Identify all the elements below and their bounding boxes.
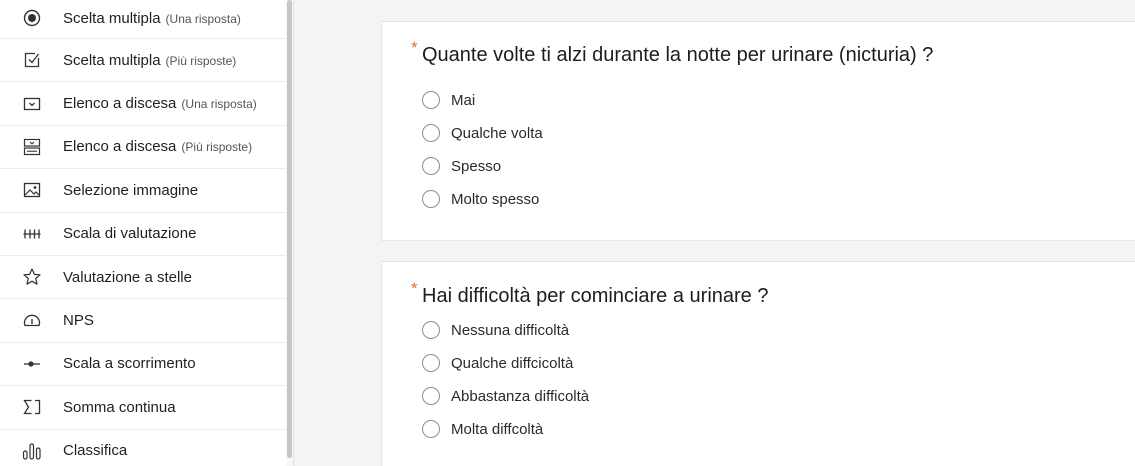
sidebar-item-label: Scelta multipla (Una risposta) (63, 9, 241, 27)
radio-button[interactable] (422, 321, 440, 339)
rating-scale-icon (22, 224, 42, 244)
sidebar-item-label: Classifica (63, 442, 128, 460)
sum-icon (22, 397, 42, 417)
option-label: Abbastanza difficoltà (451, 387, 590, 405)
question-text: Quante volte ti alzi durante la notte pe… (422, 44, 934, 66)
sidebar-item-ranking[interactable]: Classifica (0, 430, 287, 466)
dropdown-icon (22, 94, 42, 114)
option-label: Nessuna difficoltà (451, 321, 570, 339)
sidebar-item-label: Scala di valutazione (63, 225, 197, 243)
sidebar-item-multiple-choice-multi[interactable]: Scelta multipla (Più risposte) (0, 39, 287, 83)
sidebar-item-multiple-choice-single[interactable]: Scelta multipla (Una risposta) (0, 0, 287, 39)
option-label: Qualche volta (451, 124, 543, 142)
sidebar-item-dropdown-single[interactable]: Elenco a discesa (Una risposta) (0, 82, 287, 126)
survey-builder: Scelta multipla (Una risposta) Scelta mul… (0, 0, 1135, 466)
sidebar-item-dropdown-multi[interactable]: Elenco a discesa (Più risposte) (0, 126, 287, 170)
sidebar-item-label: NPS (63, 312, 94, 330)
question-title: * Hai difficoltà per cominciare a urinar… (411, 279, 769, 308)
radio-button[interactable] (422, 157, 440, 175)
radio-button-icon (22, 8, 42, 28)
radio-button[interactable] (422, 124, 440, 142)
ranking-icon (22, 441, 42, 461)
sidebar-scrollbar-thumb[interactable] (287, 0, 292, 458)
sidebar-item-nps[interactable]: NPS (0, 299, 287, 343)
survey-canvas: * Quante volte ti alzi durante la notte … (295, 0, 1135, 466)
answer-option[interactable]: Nessuna difficoltà (422, 319, 569, 341)
option-label: Spesso (451, 157, 502, 175)
option-label: Molta diffcoltà (451, 420, 544, 438)
sidebar-item-label: Elenco a discesa (Una risposta) (63, 95, 257, 113)
option-label: Qualche diffcicoltà (451, 354, 574, 372)
question-type-sidebar: Scelta multipla (Una risposta) Scelta mul… (0, 0, 294, 466)
radio-button[interactable] (422, 354, 440, 372)
answer-option[interactable]: Mai (422, 89, 475, 111)
radio-button[interactable] (422, 387, 440, 405)
required-marker: * (411, 279, 418, 298)
sidebar-item-label: Scala a scorrimento (63, 355, 196, 373)
checkbox-icon (22, 50, 42, 70)
answer-option[interactable]: Abbastanza difficoltà (422, 385, 589, 407)
option-label: Mai (451, 91, 476, 109)
question-text: Hai difficoltà per cominciare a urinare … (422, 285, 769, 307)
sidebar-item-label: Selezione immagine (63, 181, 199, 199)
answer-option[interactable]: Molta diffcoltà (422, 418, 543, 440)
answer-option[interactable]: Molto spesso (422, 188, 539, 210)
option-label: Molto spesso (451, 190, 540, 208)
sidebar-item-star-rating[interactable]: Valutazione a stelle (0, 256, 287, 300)
sidebar-item-label: Somma continua (63, 398, 176, 416)
multi-dropdown-icon (22, 137, 42, 157)
gauge-icon (22, 311, 42, 331)
star-icon (22, 267, 42, 287)
radio-button[interactable] (422, 190, 440, 208)
sidebar-item-image-selection[interactable]: Selezione immagine (0, 169, 287, 213)
answer-option[interactable]: Qualche diffcicoltà (422, 352, 573, 374)
question-title: * Quante volte ti alzi durante la notte … (411, 38, 934, 67)
required-marker: * (411, 38, 418, 57)
sidebar-item-label: Scelta multipla (Più risposte) (63, 51, 237, 69)
question-type-list: Scelta multipla (Una risposta) Scelta mul… (0, 0, 287, 466)
sidebar-item-slider-scale[interactable]: Scala a scorrimento (0, 343, 287, 387)
slider-icon (22, 354, 42, 374)
image-icon (22, 180, 42, 200)
answer-option[interactable]: Qualche volta (422, 122, 543, 144)
question-card[interactable]: * Quante volte ti alzi durante la notte … (381, 21, 1135, 241)
sidebar-item-rating-scale[interactable]: Scala di valutazione (0, 213, 287, 256)
sidebar-item-label: Elenco a discesa (Più risposte) (63, 138, 253, 156)
radio-button[interactable] (422, 420, 440, 438)
answer-option[interactable]: Spesso (422, 155, 501, 177)
sidebar-item-constant-sum[interactable]: Somma continua (0, 386, 287, 430)
question-card[interactable]: * Hai difficoltà per cominciare a urinar… (381, 261, 1135, 466)
sidebar-item-label: Valutazione a stelle (63, 268, 192, 286)
radio-button[interactable] (422, 91, 440, 109)
